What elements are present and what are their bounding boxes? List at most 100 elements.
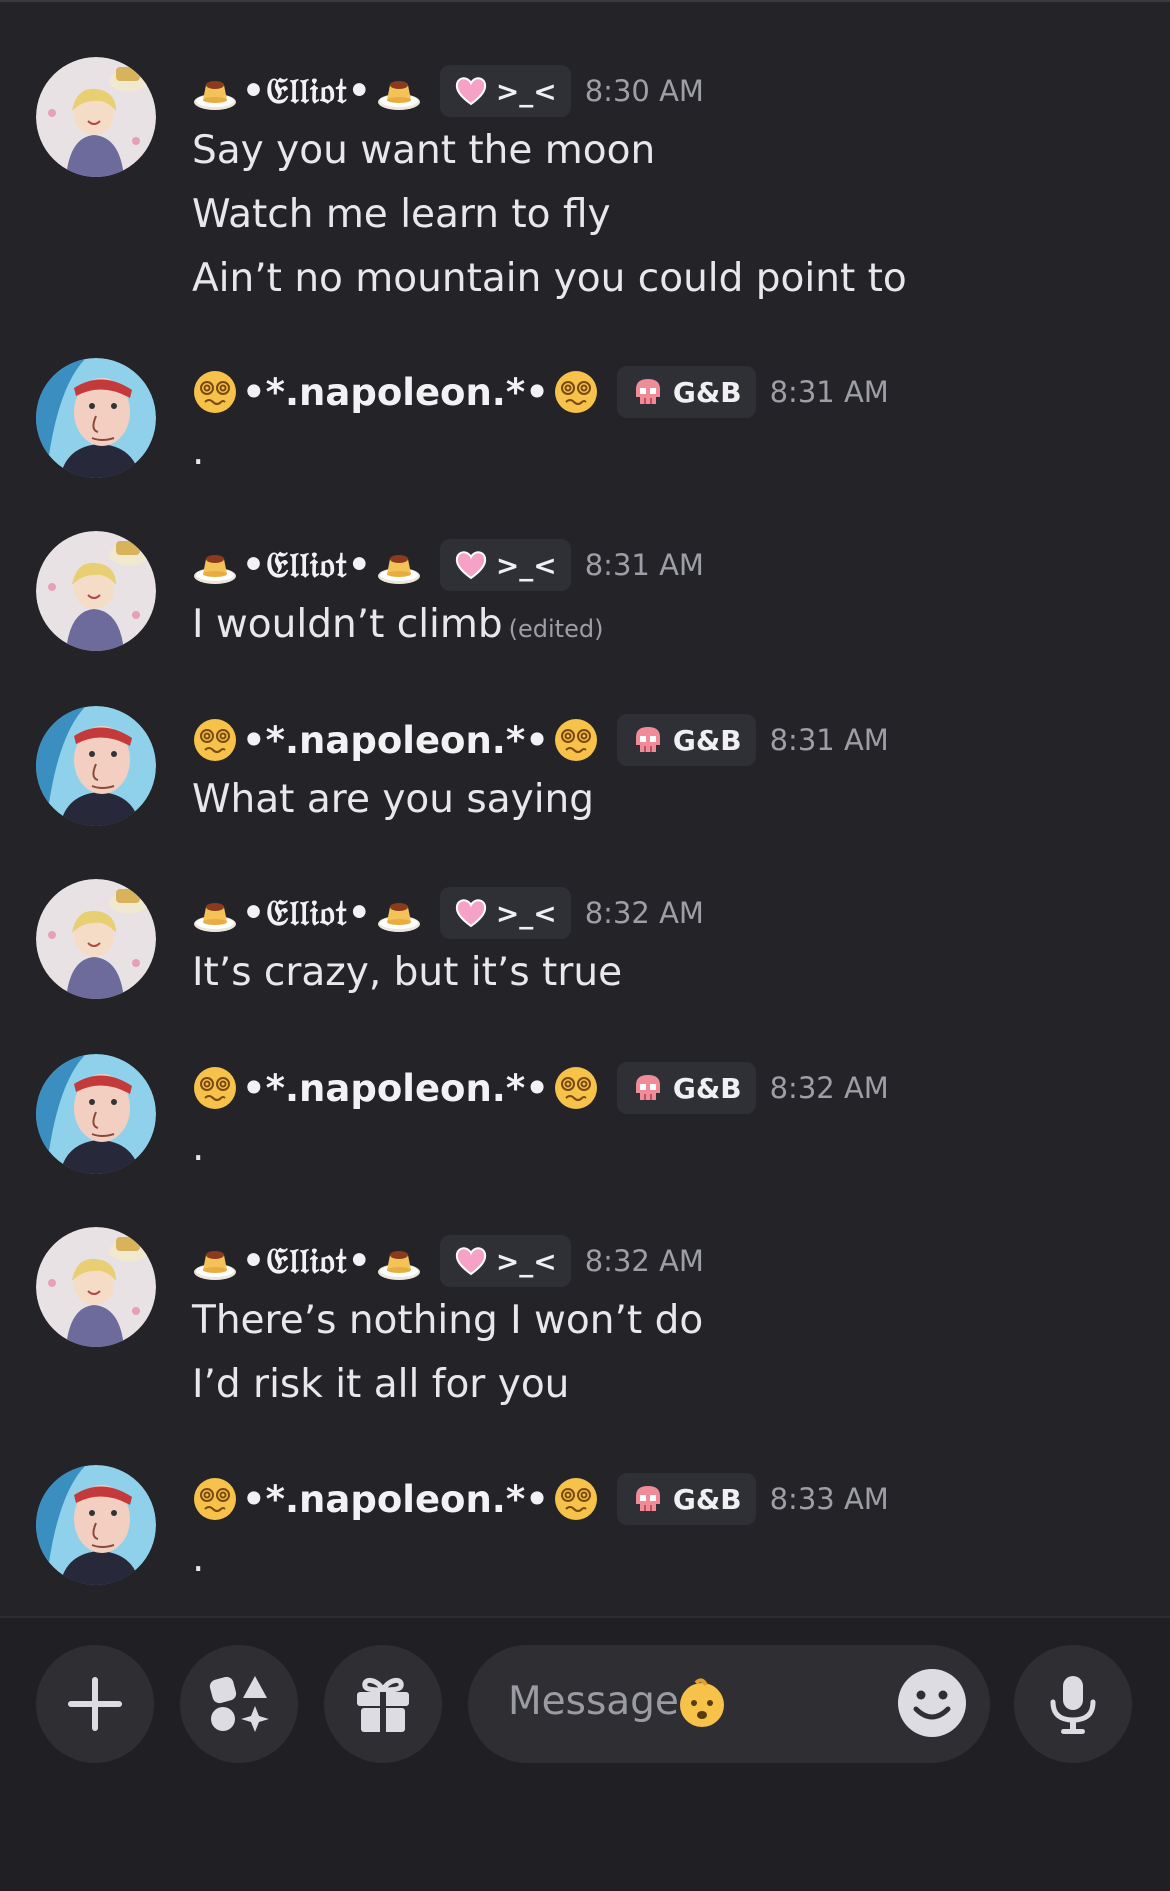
- flan-pudding-icon: [377, 1251, 420, 1280]
- author-name[interactable]: •*.napoleon.*•: [242, 1067, 549, 1110]
- message-text: I wouldn’t climb: [192, 602, 503, 647]
- pink-skull-icon: [635, 379, 660, 404]
- microphone-icon: [1050, 1676, 1096, 1734]
- napoleon-avatar[interactable]: [36, 358, 156, 478]
- napoleon-avatar[interactable]: [36, 1465, 156, 1585]
- flan-pudding-icon: [377, 555, 420, 584]
- message-placeholder: Message: [508, 1679, 679, 1724]
- gift-icon: [357, 1678, 409, 1732]
- pink-skull-icon: [635, 1075, 660, 1100]
- elliot-avatar[interactable]: [36, 879, 156, 999]
- composer-bar: Message: [0, 1616, 1170, 1891]
- role-tag-label: G&B: [672, 375, 742, 409]
- dizzy-face-icon: [194, 371, 236, 413]
- role-tag-label: G&B: [672, 723, 742, 757]
- message-line: .: [192, 1536, 205, 1581]
- message-body: There’s nothing I won’t do I’d risk it a…: [192, 1289, 703, 1417]
- gift-button[interactable]: [324, 1645, 442, 1763]
- flan-pudding-icon: [194, 1251, 236, 1280]
- role-tag-label: >_<: [495, 1244, 557, 1278]
- message-line: Say you want the moon: [192, 128, 656, 173]
- timestamp: 8:32 AM: [584, 896, 704, 930]
- message-body: It’s crazy, but it’s true: [192, 941, 622, 1005]
- timestamp: 8:33 AM: [769, 1482, 889, 1516]
- message-body: .: [192, 420, 204, 484]
- timestamp: 8:31 AM: [769, 375, 889, 409]
- author-name[interactable]: •*.napoleon.*•: [242, 719, 549, 762]
- author-name[interactable]: •𝔈𝔩𝔩𝔦𝔬𝔱•: [242, 892, 372, 935]
- flan-pudding-icon: [194, 81, 236, 110]
- message-line: What are you saying: [192, 777, 594, 822]
- message-line: There’s nothing I won’t do: [192, 1298, 704, 1343]
- message-line: .: [192, 429, 205, 474]
- message-body: Say you want the moon Watch me learn to …: [192, 119, 907, 311]
- pink-heart-icon: [455, 77, 486, 106]
- pink-skull-icon: [635, 1486, 660, 1511]
- voice-button[interactable]: [1014, 1645, 1132, 1763]
- message-header: •*.napoleon.*• G&B 8:31 AM: [192, 364, 889, 420]
- message-line: Ain’t no mountain you could point to: [192, 256, 907, 301]
- message-body: .: [192, 1116, 204, 1180]
- timestamp: 8:32 AM: [769, 1071, 889, 1105]
- author-name[interactable]: •𝔈𝔩𝔩𝔦𝔬𝔱•: [242, 1240, 372, 1283]
- role-tag[interactable]: >_<: [439, 539, 571, 591]
- message-line: .: [192, 1125, 205, 1170]
- dizzy-face-icon: [554, 371, 597, 413]
- message-line: It’s crazy, but it’s true: [192, 950, 623, 995]
- author-name[interactable]: •𝔈𝔩𝔩𝔦𝔬𝔱•: [242, 70, 372, 113]
- elliot-avatar[interactable]: [36, 57, 156, 177]
- timestamp: 8:30 AM: [584, 74, 704, 108]
- role-tag-label: >_<: [495, 74, 557, 108]
- role-tag[interactable]: >_<: [439, 887, 571, 939]
- message-list[interactable]: •𝔈𝔩𝔩𝔦𝔬𝔱• >_< 8:30 AM Say you want the mo…: [0, 0, 1170, 1616]
- message-header: •*.napoleon.*• G&B 8:31 AM: [192, 712, 889, 768]
- author-name[interactable]: •*.napoleon.*•: [242, 1478, 549, 1521]
- message-header: •𝔈𝔩𝔩𝔦𝔬𝔱• >_< 8:30 AM: [192, 63, 704, 119]
- role-tag[interactable]: G&B: [616, 1473, 756, 1525]
- attach-button[interactable]: [36, 1645, 154, 1763]
- message-header: •*.napoleon.*• G&B 8:33 AM: [192, 1471, 889, 1527]
- flan-pudding-icon: [377, 903, 420, 932]
- flan-pudding-icon: [194, 555, 236, 584]
- baby-emoji-icon: [680, 1678, 724, 1727]
- role-tag-label: >_<: [495, 548, 557, 582]
- apps-icon: [209, 1676, 269, 1732]
- role-tag[interactable]: >_<: [439, 1235, 571, 1287]
- dizzy-face-icon: [194, 1067, 236, 1109]
- role-tag-label: >_<: [495, 896, 557, 930]
- message-line: I wouldn’t climb (edited): [192, 593, 603, 661]
- message-line: I’d risk it all for you: [192, 1362, 570, 1407]
- plus-icon: [68, 1677, 122, 1731]
- apps-button[interactable]: [180, 1645, 298, 1763]
- napoleon-avatar[interactable]: [36, 706, 156, 826]
- flan-pudding-icon: [194, 903, 236, 932]
- dizzy-face-icon: [194, 719, 236, 761]
- message-line: Watch me learn to fly: [192, 192, 611, 237]
- role-tag[interactable]: G&B: [616, 366, 756, 418]
- role-tag[interactable]: G&B: [616, 714, 756, 766]
- role-tag[interactable]: G&B: [616, 1062, 756, 1114]
- message-body: .: [192, 1527, 204, 1591]
- pink-heart-icon: [455, 899, 486, 928]
- timestamp: 8:31 AM: [584, 548, 704, 582]
- message-body: What are you saying: [192, 768, 594, 832]
- smile-icon[interactable]: [896, 1667, 968, 1739]
- napoleon-avatar[interactable]: [36, 1054, 156, 1174]
- edited-label: (edited): [508, 615, 604, 643]
- role-tag-label: G&B: [672, 1482, 742, 1516]
- elliot-avatar[interactable]: [36, 1227, 156, 1347]
- message-header: •𝔈𝔩𝔩𝔦𝔬𝔱• >_< 8:32 AM: [192, 885, 704, 941]
- author-name[interactable]: •*.napoleon.*•: [242, 371, 549, 414]
- message-header: •𝔈𝔩𝔩𝔦𝔬𝔱• >_< 8:32 AM: [192, 1233, 704, 1289]
- dizzy-face-icon: [194, 1478, 236, 1520]
- flan-pudding-icon: [377, 81, 420, 110]
- pink-skull-icon: [635, 727, 660, 752]
- message-header: •*.napoleon.*• G&B 8:32 AM: [192, 1060, 889, 1116]
- dizzy-face-icon: [554, 719, 597, 761]
- pink-heart-icon: [455, 551, 486, 580]
- elliot-avatar[interactable]: [36, 531, 156, 651]
- author-name[interactable]: •𝔈𝔩𝔩𝔦𝔬𝔱•: [242, 544, 372, 587]
- message-input[interactable]: Message: [468, 1645, 990, 1763]
- role-tag[interactable]: >_<: [439, 65, 571, 117]
- timestamp: 8:32 AM: [584, 1244, 704, 1278]
